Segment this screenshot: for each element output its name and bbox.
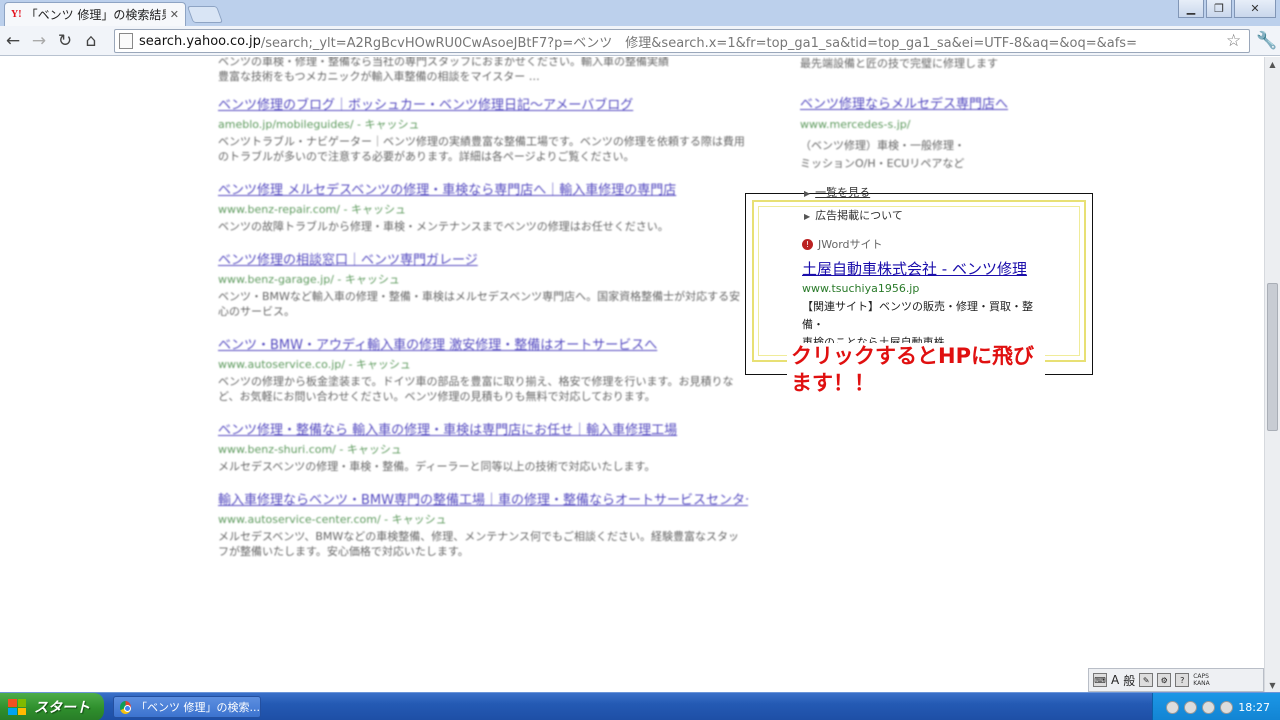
- ime-help-icon[interactable]: ?: [1175, 673, 1190, 687]
- sidebar-ad-title-link[interactable]: ベンツ修理ならメルセデス専門店へ: [800, 93, 1050, 112]
- search-result: ベンツ修理・整備なら 輸入車の修理・車検は専門店にお任せ｜輸入車修理工場 www…: [218, 422, 748, 474]
- result-description: ベンツ・BMWなど輸入車の修理・整備・車検はメルセデスベンツ専門店へ。国家資格整…: [218, 290, 741, 318]
- highlighted-desc-line-1: 【関連サイト】ベンツの販売・修理・買取・整備・: [802, 300, 1033, 331]
- tray-network-icon[interactable]: [1202, 700, 1216, 714]
- scrollbar-thumb[interactable]: [1267, 283, 1278, 431]
- tab-close-icon[interactable]: ✕: [170, 8, 179, 21]
- window-controls: ▁ ❐ ✕: [1178, 0, 1276, 18]
- result-url[interactable]: ameblo.jp/mobileguides/ - キャッシュ: [218, 117, 748, 132]
- highlighted-result-url[interactable]: www.tsuchiya1956.jp: [802, 282, 919, 295]
- taskbar-item-label: 「ベンツ 修理」の検索...: [136, 701, 260, 714]
- address-host: search.yahoo.co.jp: [139, 33, 261, 49]
- result-title-link[interactable]: ベンツ修理・整備なら 輸入車の修理・車検は専門店にお任せ｜輸入車修理工場: [218, 422, 748, 439]
- browser-tab[interactable]: Y! 「ベンツ 修理」の検索結果 ✕: [4, 2, 186, 26]
- jword-icon: !: [802, 238, 813, 250]
- tray-volume-icon[interactable]: [1184, 700, 1198, 714]
- tray-display-icon[interactable]: [1220, 700, 1234, 714]
- scroll-down-icon[interactable]: ▼: [1265, 678, 1280, 692]
- annotation-callout: クリックするとHPに飛びます！！: [787, 343, 1045, 397]
- chrome-icon: [120, 700, 131, 714]
- bookmark-star-icon[interactable]: ☆: [1226, 31, 1241, 51]
- highlighted-result-title-link[interactable]: 土屋自動車株式会社 - ベンツ修理: [802, 258, 1027, 279]
- clock[interactable]: 18:27: [1238, 701, 1270, 714]
- tab-title: 「ベンツ 修理」の検索結果: [25, 8, 166, 22]
- restore-button[interactable]: ❐: [1206, 0, 1232, 18]
- ime-tools-icon[interactable]: ⚙: [1157, 673, 1172, 687]
- see-all-link[interactable]: ▶ 一覧を見る: [804, 182, 903, 205]
- search-result: 輸入車修理ならベンツ・BMW専門の整備工場｜車の修理・整備ならオートサービスセン…: [218, 492, 748, 559]
- search-result: ベンツ・BMW・アウディ輸入車の修理 激安修理・整備はオートサービスへ www.…: [218, 337, 748, 404]
- ime-language-bar: ⌨ A 般 ✎ ⚙ ? CAPS KANA: [1088, 668, 1264, 692]
- search-results: ベンツ修理のブログ｜ボッシュカー・ベンツ修理日記～アメーバブログ ameblo.…: [218, 97, 748, 577]
- triangle-icon: ▶: [804, 212, 811, 221]
- tray-back-icon[interactable]: [1166, 700, 1180, 714]
- vertical-scrollbar[interactable]: ▲ ▼: [1264, 57, 1280, 692]
- minimize-button[interactable]: ▁: [1178, 0, 1204, 18]
- system-tray: 18:27: [1152, 693, 1280, 720]
- taskbar: スタート 「ベンツ 修理」の検索... 18:27: [0, 692, 1280, 720]
- start-label: スタート: [34, 700, 90, 716]
- ad-links: ▶ 一覧を見る ▶ 広告掲載について: [804, 182, 903, 228]
- ime-kanji-mode[interactable]: 般: [1123, 672, 1135, 689]
- result-description: ベンツの故障トラブルから修理・車検・メンテナンスまでベンツの修理はお任せください…: [218, 220, 669, 233]
- ime-keyboard-icon[interactable]: ⌨: [1093, 673, 1107, 687]
- search-result: ベンツ修理の相談窓口｜ベンツ専門ガレージ www.benz-garage.jp/…: [218, 252, 748, 319]
- result-title-link[interactable]: ベンツ修理のブログ｜ボッシュカー・ベンツ修理日記～アメーバブログ: [218, 97, 748, 114]
- caps-kana-indicator: CAPS KANA: [1193, 673, 1210, 687]
- browser-toolbar: ← → ↻ ⌂ search.yahoo.co.jp/search;_ylt=A…: [0, 26, 1280, 56]
- address-bar[interactable]: search.yahoo.co.jp/search;_ylt=A2RgBcvHO…: [114, 29, 1250, 53]
- result-description: ベンツトラブル・ナビゲーター｜ベンツ修理の実績豊富な整備工場です。ベンツの修理を…: [218, 135, 745, 163]
- sidebar-ads: 最先端設備と匠の技で完璧に修理します ベンツ修理ならメルセデス専門店へ www.…: [800, 57, 1050, 173]
- result-url[interactable]: www.autoservice-center.com/ - キャッシュ: [218, 512, 748, 527]
- taskbar-chrome-item[interactable]: 「ベンツ 修理」の検索...: [113, 696, 261, 718]
- result-title-link[interactable]: ベンツ修理 メルセデスベンツの修理・車検なら専門店へ｜輸入車修理の専門店: [218, 182, 748, 199]
- sidebar-ad-url[interactable]: www.mercedes-s.jp/: [800, 118, 1050, 131]
- jword-source: ! JWordサイト: [802, 236, 883, 252]
- sidebar-snippet: 最先端設備と匠の技で完璧に修理します: [800, 57, 998, 70]
- top-snippet: ベンツの車検・修理・整備なら当社の専門スタッフにおまかせください。輸入車の整備実…: [218, 57, 748, 84]
- result-description: メルセデスベンツの修理・車検・整備。ディーラーと同等以上の技術で対応いたします。: [218, 460, 656, 473]
- sidebar-ad-desc-1: （ベンツ修理）車検・一般修理・: [800, 139, 965, 152]
- result-description: メルセデスベンツ、BMWなどの車検整備、修理、メンテナンス何でもご相談ください。…: [218, 530, 740, 558]
- home-button[interactable]: ⌂: [78, 28, 104, 54]
- page-icon: [119, 33, 133, 49]
- result-title-link[interactable]: ベンツ修理の相談窓口｜ベンツ専門ガレージ: [218, 252, 748, 269]
- search-result: ベンツ修理 メルセデスベンツの修理・車検なら専門店へ｜輸入車修理の専門店 www…: [218, 182, 748, 234]
- result-url[interactable]: www.benz-repair.com/ - キャッシュ: [218, 202, 748, 217]
- caps-indicator: CAPS: [1193, 673, 1209, 680]
- result-url[interactable]: www.benz-shuri.com/ - キャッシュ: [218, 442, 748, 457]
- back-button[interactable]: ←: [0, 28, 26, 54]
- top-snippet-line-2: 豊富な技術をもつメカニックが輸入車整備の相談をマイスター …: [218, 70, 540, 83]
- sidebar-ad-desc-2: ミッションO/H・ECUリペアなど: [800, 157, 965, 170]
- close-window-button[interactable]: ✕: [1234, 0, 1276, 18]
- new-tab-button[interactable]: [186, 6, 224, 23]
- ime-mode[interactable]: A: [1111, 673, 1119, 687]
- triangle-icon: ▶: [804, 189, 811, 198]
- start-button[interactable]: スタート: [0, 693, 104, 720]
- windows-logo-icon: [8, 699, 26, 715]
- address-path: /search;_ylt=A2RgBcvHOwRU0CwAsoeJBtF7?p=…: [260, 35, 1137, 51]
- reload-button[interactable]: ↻: [52, 28, 78, 54]
- result-title-link[interactable]: ベンツ・BMW・アウディ輸入車の修理 激安修理・整備はオートサービスへ: [218, 337, 748, 354]
- scroll-up-icon[interactable]: ▲: [1265, 57, 1280, 71]
- search-result: ベンツ修理のブログ｜ボッシュカー・ベンツ修理日記～アメーバブログ ameblo.…: [218, 97, 748, 164]
- about-ads-link[interactable]: ▶ 広告掲載について: [804, 205, 903, 228]
- result-title-link[interactable]: 輸入車修理ならベンツ・BMW専門の整備工場｜車の修理・整備ならオートサービスセン…: [218, 492, 748, 509]
- result-description: ベンツの修理から板金塗装まで。ドイツ車の部品を豊富に取り揃え、格安で修理を行いま…: [218, 375, 734, 403]
- ime-pad-icon[interactable]: ✎: [1139, 673, 1154, 687]
- result-url[interactable]: www.autoservice.co.jp/ - キャッシュ: [218, 357, 748, 372]
- yahoo-favicon: Y!: [11, 9, 22, 20]
- kana-indicator: KANA: [1193, 680, 1210, 687]
- forward-button[interactable]: →: [26, 28, 52, 54]
- result-url[interactable]: www.benz-garage.jp/ - キャッシュ: [218, 272, 748, 287]
- top-snippet-line-1: ベンツの車検・修理・整備なら当社の専門スタッフにおまかせください。輸入車の整備実…: [218, 57, 669, 68]
- jword-label: JWordサイト: [818, 238, 883, 251]
- wrench-menu-icon[interactable]: 🔧: [1256, 31, 1277, 51]
- browser-tab-strip: Y! 「ベンツ 修理」の検索結果 ✕ ▁ ❐ ✕: [0, 0, 1280, 26]
